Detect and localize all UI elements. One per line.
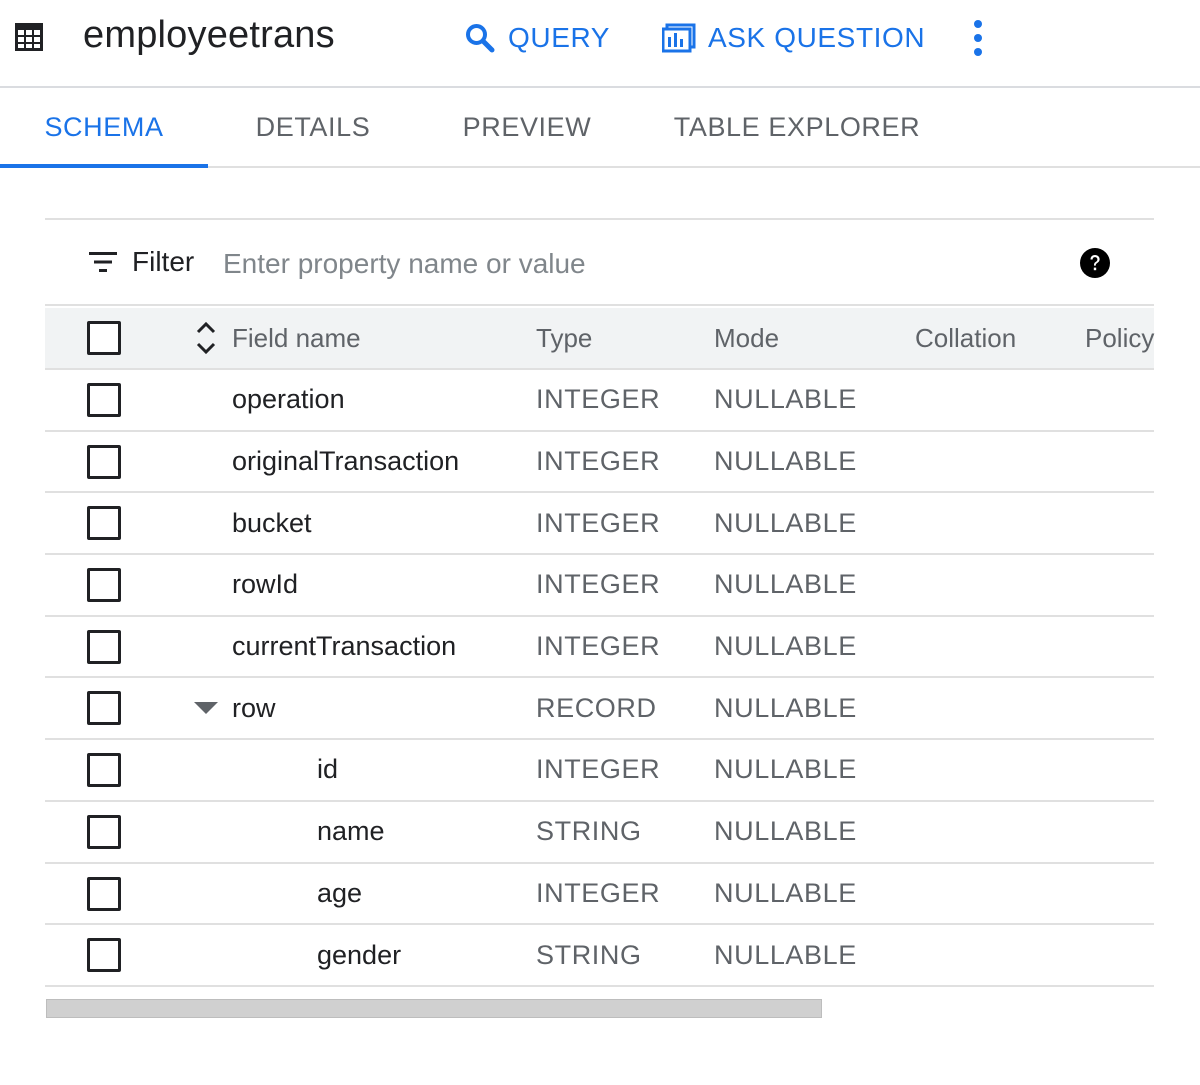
field-type: INTEGER bbox=[536, 384, 661, 415]
search-icon bbox=[466, 24, 495, 53]
table-row[interactable]: bucket INTEGER NULLABLE bbox=[45, 493, 1154, 556]
field-mode: NULLABLE bbox=[714, 569, 857, 600]
table-row-record[interactable]: row RECORD NULLABLE bbox=[45, 678, 1154, 741]
field-type: INTEGER bbox=[536, 507, 661, 538]
row-checkbox[interactable] bbox=[87, 814, 121, 849]
field-type: INTEGER bbox=[536, 754, 661, 785]
schema-table: Field name Type Mode Collation Policy op… bbox=[45, 308, 1154, 987]
table-row[interactable]: originalTransaction INTEGER NULLABLE bbox=[45, 432, 1154, 494]
row-checkbox[interactable] bbox=[87, 753, 121, 788]
table-row-nested[interactable]: name STRING NULLABLE bbox=[45, 802, 1154, 864]
field-name: operation bbox=[232, 384, 345, 415]
table-row[interactable]: operation INTEGER NULLABLE bbox=[45, 370, 1154, 432]
column-header-field-name[interactable]: Field name bbox=[232, 308, 361, 368]
tab-preview[interactable]: PREVIEW bbox=[432, 88, 622, 166]
field-mode: NULLABLE bbox=[714, 816, 857, 847]
field-name: originalTransaction bbox=[232, 446, 460, 477]
field-name: rowId bbox=[232, 569, 299, 600]
field-type: RECORD bbox=[536, 692, 657, 723]
collapse-arrow-icon[interactable] bbox=[193, 700, 219, 716]
tab-table-explorer[interactable]: TABLE EXPLORER bbox=[672, 88, 922, 166]
table-icon bbox=[15, 23, 43, 51]
field-name: row bbox=[232, 692, 276, 723]
row-checkbox[interactable] bbox=[87, 383, 121, 417]
field-type: INTEGER bbox=[536, 877, 661, 908]
table-row-nested[interactable]: age INTEGER NULLABLE bbox=[45, 864, 1154, 926]
query-button-label: QUERY bbox=[508, 22, 611, 53]
row-checkbox[interactable] bbox=[87, 568, 121, 603]
field-type: INTEGER bbox=[536, 446, 661, 477]
ask-question-button[interactable]: ASK QUESTION bbox=[662, 18, 925, 58]
field-mode: NULLABLE bbox=[714, 692, 857, 723]
table-row[interactable]: rowId INTEGER NULLABLE bbox=[45, 555, 1154, 617]
field-name: age bbox=[317, 877, 363, 908]
column-header-mode: Mode bbox=[714, 322, 780, 353]
ask-question-label: ASK QUESTION bbox=[708, 22, 926, 53]
tab-schema[interactable]: SCHEMA bbox=[0, 88, 208, 168]
table-row[interactable]: currentTransaction INTEGER NULLABLE bbox=[45, 617, 1154, 679]
field-mode: NULLABLE bbox=[714, 631, 857, 662]
row-checkbox[interactable] bbox=[87, 938, 121, 973]
field-name: id bbox=[317, 754, 339, 785]
field-type: INTEGER bbox=[536, 631, 661, 662]
table-header-row: Field name Type Mode Collation Policy bbox=[45, 308, 1154, 370]
table-row-nested[interactable]: id INTEGER NULLABLE bbox=[45, 740, 1154, 802]
field-type: INTEGER bbox=[536, 569, 661, 600]
field-mode: NULLABLE bbox=[714, 507, 857, 538]
row-checkbox[interactable] bbox=[87, 506, 121, 541]
field-type: STRING bbox=[536, 816, 642, 847]
horizontal-scrollbar[interactable] bbox=[46, 999, 822, 1018]
table-row-nested[interactable]: gender STRING NULLABLE bbox=[45, 925, 1154, 987]
filter-input[interactable] bbox=[221, 238, 1045, 290]
field-mode: NULLABLE bbox=[714, 754, 857, 785]
field-name: currentTransaction bbox=[232, 631, 457, 662]
row-checkbox[interactable] bbox=[87, 876, 121, 911]
field-mode: NULLABLE bbox=[714, 446, 857, 477]
tab-details[interactable]: DETAILS bbox=[218, 88, 408, 166]
filter-bar: Filter bbox=[45, 220, 1154, 306]
field-name: gender bbox=[317, 939, 402, 970]
column-header-policy: Policy bbox=[1085, 322, 1155, 353]
select-all-checkbox[interactable] bbox=[87, 321, 121, 355]
table-title: employeetrans bbox=[83, 14, 335, 56]
field-mode: NULLABLE bbox=[714, 384, 857, 415]
field-mode: NULLABLE bbox=[714, 877, 857, 908]
row-checkbox[interactable] bbox=[87, 629, 121, 664]
field-name: name bbox=[317, 816, 385, 847]
data-insights-icon bbox=[662, 23, 696, 53]
help-icon[interactable] bbox=[1079, 247, 1111, 279]
field-mode: NULLABLE bbox=[714, 939, 857, 970]
filter-icon bbox=[89, 252, 117, 272]
tab-bar: SCHEMA DETAILS PREVIEW TABLE EXPLORER bbox=[0, 88, 1200, 168]
column-header-type: Type bbox=[536, 322, 593, 353]
query-button[interactable]: QUERY bbox=[464, 18, 610, 58]
more-vert-icon[interactable] bbox=[966, 18, 990, 58]
column-header-collation: Collation bbox=[915, 322, 1017, 353]
row-checkbox[interactable] bbox=[87, 691, 121, 726]
field-type: STRING bbox=[536, 939, 642, 970]
top-bar: employeetrans QUERY ASK QUESTION bbox=[0, 0, 1200, 88]
field-name: bucket bbox=[232, 507, 312, 538]
sort-icon[interactable] bbox=[195, 321, 217, 355]
filter-label: Filter bbox=[132, 246, 195, 277]
row-checkbox[interactable] bbox=[87, 444, 121, 479]
